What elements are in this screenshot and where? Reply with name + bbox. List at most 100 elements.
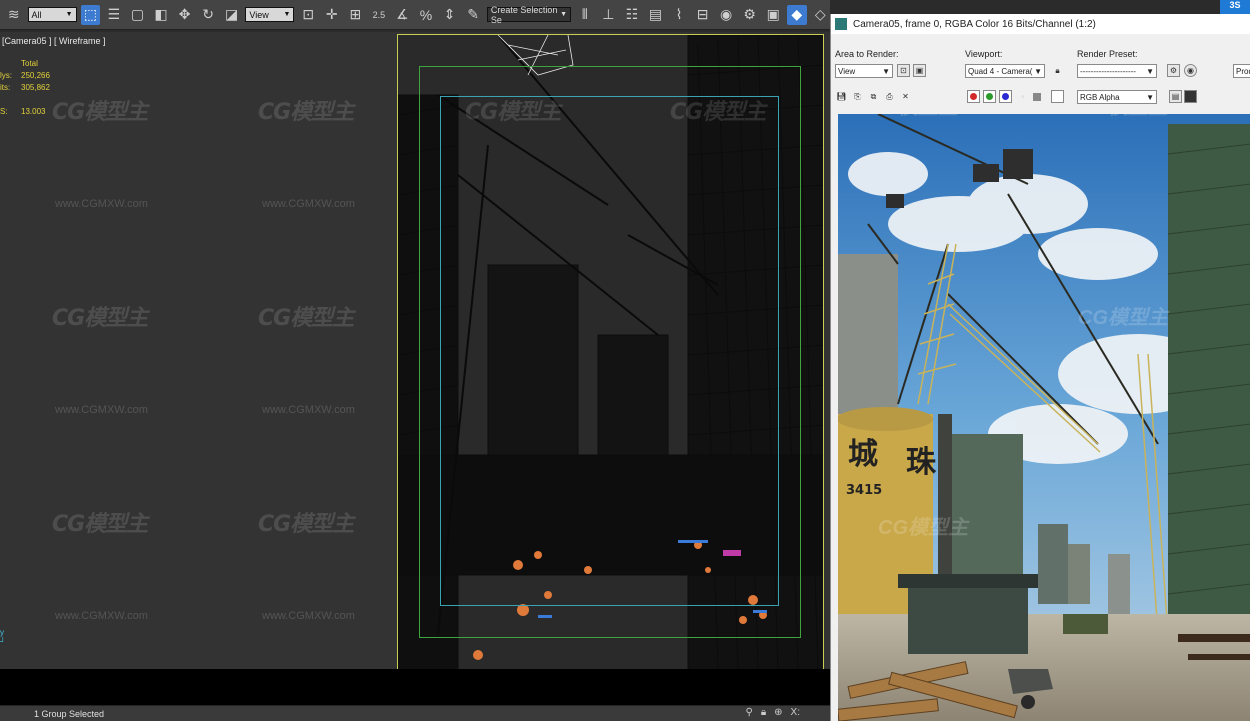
ref-coord-value: View: [249, 9, 269, 20]
pivot-icon[interactable]: ⊡: [298, 5, 318, 25]
frame-window-controls: View ▼ ⊡ ▣ Quad 4 - Camera(▼ 🔒︎ ---------…: [831, 64, 1250, 82]
stats-key: lys:: [0, 71, 12, 80]
frame-window-title: Camera05, frame 0, RGBA Color 16 Bits/Ch…: [853, 18, 1096, 30]
camera-viewport[interactable]: [Camera05 ] [ Wireframe ] Total lys: 250,…: [0, 32, 830, 669]
print-image-icon[interactable]: ⎙: [883, 90, 896, 103]
render-preset-value: ---------------------: [1080, 66, 1136, 76]
edit-region-icon[interactable]: ⊡: [897, 64, 910, 77]
frame-window-titlebar: Camera05, frame 0, RGBA Color 16 Bits/Ch…: [831, 14, 1250, 34]
keyboard-shortcut-icon[interactable]: ⊞: [346, 5, 366, 25]
stats-value: 250,266: [21, 71, 50, 80]
move-icon[interactable]: ✥: [175, 5, 195, 25]
render-setup-icon[interactable]: ⚙: [1167, 64, 1180, 77]
environment-icon[interactable]: ◉: [1184, 64, 1197, 77]
edit-named-selection-icon[interactable]: ✎: [463, 5, 483, 25]
rect-selection-icon[interactable]: ▢: [128, 5, 148, 25]
stats-value: 13.003: [21, 107, 46, 116]
rotate-icon[interactable]: ↻: [198, 5, 218, 25]
scene-explorer-icon[interactable]: ▤: [646, 5, 666, 25]
watermark-url: www.CGMXW.com: [262, 198, 355, 210]
production-value: Prod: [1236, 66, 1250, 76]
channel-display-dropdown[interactable]: RGB Alpha ▼: [1077, 90, 1157, 104]
lock-icon[interactable]: 🔒︎: [761, 707, 766, 718]
rendered-image: 城 珠 3415 CG模型主 CG模型主 CG模型主 CG模型主: [838, 114, 1250, 721]
chevron-down-icon: ▼: [1146, 66, 1154, 76]
watermark-url: www.CGMXW.com: [262, 610, 355, 622]
layer-explorer-icon[interactable]: ☷: [622, 5, 642, 25]
render-production-icon[interactable]: ◆: [786, 4, 807, 25]
lock-viewport-icon[interactable]: 🔒︎: [1051, 64, 1064, 77]
auto-region-icon[interactable]: ▣: [913, 64, 926, 77]
background-swatch[interactable]: [1051, 90, 1064, 103]
toggle-ui-icon[interactable]: ▤: [1169, 90, 1182, 103]
render-setup-icon[interactable]: ⚙: [740, 5, 760, 25]
blue-channel-toggle[interactable]: [999, 90, 1012, 103]
watermark-logo: CG模型主: [52, 512, 148, 537]
rendered-frame-window-icon[interactable]: ▣: [763, 5, 783, 25]
schematic-view-icon[interactable]: ⊟: [693, 5, 713, 25]
viewport-value: Quad 4 - Camera(: [968, 66, 1033, 76]
named-selection-dropdown[interactable]: Create Selection Se ▼: [486, 4, 572, 25]
green-channel-toggle[interactable]: [983, 90, 996, 103]
select-by-name-icon[interactable]: ☰: [104, 5, 124, 25]
copy-image-icon[interactable]: ⎘: [851, 90, 864, 103]
ref-coord-dropdown[interactable]: View ▼: [245, 7, 295, 22]
area-to-render-label: Area to Render:: [835, 49, 899, 59]
render-iterative-icon[interactable]: ◇: [811, 5, 831, 25]
curve-editor-icon[interactable]: ⌇: [669, 5, 689, 25]
viewport-dropdown[interactable]: Quad 4 - Camera(▼: [965, 64, 1045, 78]
percent-snap-icon[interactable]: %: [416, 5, 436, 25]
chevron-down-icon: ▼: [882, 66, 890, 76]
snap-toggle-icon[interactable]: 2.5: [369, 5, 389, 25]
alpha-channel-toggle[interactable]: ◐: [1017, 90, 1030, 103]
pin-icon[interactable]: ⚲: [746, 707, 753, 718]
named-selection-value: Create Selection Se: [490, 4, 558, 25]
tank-sign-char-2: 珠: [906, 445, 937, 480]
material-editor-icon[interactable]: ◉: [716, 5, 736, 25]
transform-mode-icon[interactable]: ⊕: [774, 707, 782, 718]
angle-snap-icon[interactable]: ∡: [393, 5, 413, 25]
red-channel-toggle[interactable]: [967, 90, 980, 103]
clear-image-icon[interactable]: ✕: [899, 90, 912, 103]
undo-icon[interactable]: ≋: [4, 5, 24, 25]
render-preset-dropdown[interactable]: --------------------- ▼: [1077, 64, 1157, 78]
red-dot-icon: [970, 93, 977, 100]
status-bar: 1 Group Selected ⚲ 🔒︎ ⊕ X:: [0, 705, 830, 721]
align-icon[interactable]: ⊥: [599, 5, 619, 25]
watermark-url: www.CGMXW.com: [262, 404, 355, 416]
spinner-snap-icon[interactable]: ⇕: [440, 5, 460, 25]
watermark-logo: CG模型主: [1078, 114, 1170, 119]
green-dot-icon: [986, 93, 993, 100]
area-to-render-value: View: [838, 66, 856, 76]
scale-icon[interactable]: ◪: [222, 5, 242, 25]
toggle-overlay-icon[interactable]: [1184, 90, 1197, 103]
timeline-area: [0, 669, 830, 705]
chevron-down-icon: ▼: [65, 11, 73, 18]
watermark-logo: CG模型主: [878, 516, 970, 539]
clone-window-icon[interactable]: ⧉: [867, 90, 880, 103]
top-dark-strip: [830, 0, 1220, 14]
corner-tab[interactable]: 3S: [1220, 0, 1250, 14]
stats-value: 305,862: [21, 83, 50, 92]
selection-filter-dropdown[interactable]: All ▼: [27, 7, 77, 22]
watermark-logo: CG模型主: [465, 100, 561, 125]
mirror-icon[interactable]: ⫴: [575, 5, 595, 25]
viewport-label[interactable]: [Camera05 ] [ Wireframe ]: [2, 36, 106, 46]
rendered-frame-window: Camera05, frame 0, RGBA Color 16 Bits/Ch…: [830, 14, 1250, 721]
save-image-icon[interactable]: 💾︎: [835, 90, 848, 103]
transform-gizmo-icon[interactable]: ✛: [322, 5, 342, 25]
monochrome-toggle[interactable]: [1033, 93, 1041, 101]
axis-tripod-icon: y ┘: [0, 628, 6, 646]
watermark-url: www.CGMXW.com: [55, 404, 148, 416]
area-to-render-dropdown[interactable]: View ▼: [835, 64, 893, 78]
watermark-url: www.CGMXW.com: [55, 198, 148, 210]
select-object-icon[interactable]: ⬚: [80, 4, 101, 25]
rendered-scene: 城 珠 3415 CG模型主 CG模型主 CG模型主 CG模型主: [838, 114, 1250, 721]
viewport-label: Viewport:: [965, 49, 1003, 59]
window-crossing-icon[interactable]: ◧: [151, 5, 171, 25]
watermark-logo: CG模型主: [258, 100, 354, 125]
watermark-logo: CG模型主: [258, 512, 354, 537]
watermark-logo: CG模型主: [258, 306, 354, 331]
production-dropdown[interactable]: Prod: [1233, 64, 1250, 78]
tank-sign-char-1: 城: [848, 437, 878, 472]
